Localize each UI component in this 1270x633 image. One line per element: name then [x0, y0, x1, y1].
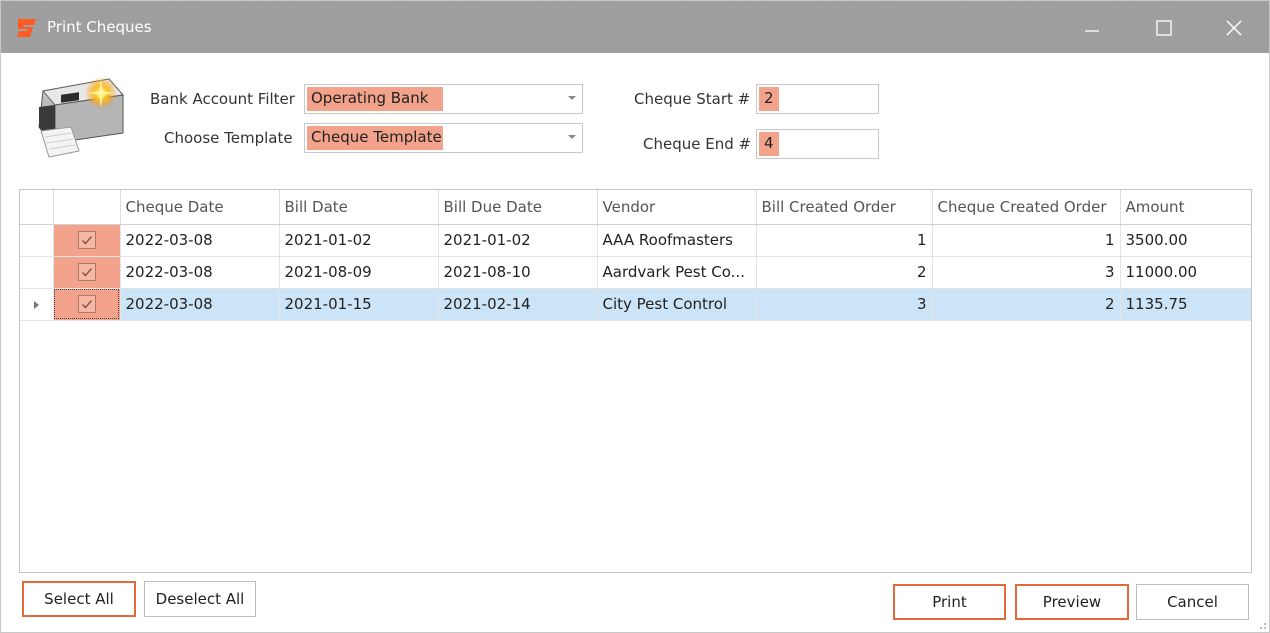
current-row-arrow-icon: [33, 300, 39, 309]
column-header-bill-due-date[interactable]: Bill Due Date: [438, 190, 598, 225]
cancel-button[interactable]: Cancel: [1136, 584, 1249, 620]
table-row-selected[interactable]: 2022-03-08 2021-01-15 2021-02-14 City Pe…: [20, 288, 1251, 321]
close-icon[interactable]: [1219, 15, 1249, 41]
column-header-cheque-date[interactable]: Cheque Date: [120, 190, 280, 225]
maximize-icon[interactable]: [1149, 15, 1179, 41]
print-cheques-window: Print Cheques Bank Account Filter Operat…: [0, 0, 1270, 633]
choose-template-label: Choose Template: [164, 129, 293, 147]
checkmark-icon: [81, 236, 92, 245]
column-header-bill-date[interactable]: Bill Date: [279, 190, 439, 225]
row-select-cell[interactable]: [53, 256, 121, 289]
app-logo-icon: [17, 19, 36, 37]
bill-date-cell[interactable]: 2021-08-09: [279, 256, 439, 289]
cheque-end-input[interactable]: 4: [756, 129, 879, 159]
bank-account-filter-label: Bank Account Filter: [150, 90, 295, 108]
vendor-cell[interactable]: City Pest Control: [597, 288, 757, 321]
row-indicator: [20, 256, 54, 289]
amount-cell[interactable]: 3500.00: [1120, 224, 1251, 257]
checkmark-icon: [81, 268, 92, 277]
bill-created-order-cell[interactable]: 3: [756, 288, 933, 321]
cheque-start-input[interactable]: 2: [756, 84, 879, 114]
bill-created-order-cell[interactable]: 1: [756, 224, 933, 257]
column-header-amount[interactable]: Amount: [1120, 190, 1251, 225]
cheque-date-cell[interactable]: 2022-03-08: [120, 256, 280, 289]
print-button[interactable]: Print: [893, 584, 1006, 620]
cheque-end-value: 4: [759, 132, 779, 156]
window-title: Print Cheques: [47, 18, 152, 36]
vendor-cell[interactable]: AAA Roofmasters: [597, 224, 757, 257]
row-indicator: [20, 288, 54, 321]
bank-account-filter-value: Operating Bank: [307, 87, 443, 111]
vendor-cell[interactable]: Aardvark Pest Co...: [597, 256, 757, 289]
cheque-created-order-cell[interactable]: 3: [932, 256, 1121, 289]
column-header-bill-created-order[interactable]: Bill Created Order: [756, 190, 933, 225]
bank-account-filter-dropdown[interactable]: Operating Bank: [304, 84, 583, 114]
amount-cell[interactable]: 11000.00: [1120, 256, 1251, 289]
bill-due-date-cell[interactable]: 2021-08-10: [438, 256, 598, 289]
column-header-vendor[interactable]: Vendor: [597, 190, 757, 225]
bill-due-date-cell[interactable]: 2021-02-14: [438, 288, 598, 321]
chevron-down-icon: [568, 135, 576, 139]
deselect-all-button[interactable]: Deselect All: [144, 581, 256, 617]
row-checkbox[interactable]: [77, 263, 96, 282]
cheques-table: Cheque Date Bill Date Bill Due Date Vend…: [20, 190, 1251, 321]
cheque-start-label: Cheque Start #: [634, 90, 751, 108]
cheque-start-value: 2: [759, 87, 779, 111]
table-row[interactable]: 2022-03-08 2021-01-02 2021-01-02 AAA Roo…: [20, 224, 1251, 257]
bill-date-cell[interactable]: 2021-01-02: [279, 224, 439, 257]
select-column-header[interactable]: [53, 190, 121, 225]
row-select-cell[interactable]: [53, 224, 121, 257]
bill-date-cell[interactable]: 2021-01-15: [279, 288, 439, 321]
cheque-end-label: Cheque End #: [643, 135, 752, 153]
cheque-created-order-cell[interactable]: 1: [932, 224, 1121, 257]
column-header-cheque-created-order[interactable]: Cheque Created Order: [932, 190, 1121, 225]
checkmark-icon: [81, 300, 92, 309]
cheques-grid[interactable]: Cheque Date Bill Date Bill Due Date Vend…: [19, 189, 1252, 573]
select-all-button[interactable]: Select All: [22, 581, 136, 617]
row-select-cell[interactable]: [53, 288, 121, 321]
row-checkbox[interactable]: [77, 295, 96, 314]
bill-created-order-cell[interactable]: 2: [756, 256, 933, 289]
amount-cell[interactable]: 1135.75: [1120, 288, 1251, 321]
choose-template-value: Cheque Template: [307, 126, 443, 150]
resize-grip-icon[interactable]: [1257, 620, 1267, 630]
row-indicator: [20, 224, 54, 257]
choose-template-dropdown[interactable]: Cheque Template: [304, 123, 583, 153]
bill-due-date-cell[interactable]: 2021-01-02: [438, 224, 598, 257]
table-row[interactable]: 2022-03-08 2021-08-09 2021-08-10 Aardvar…: [20, 256, 1251, 289]
grid-header-row: Cheque Date Bill Date Bill Due Date Vend…: [20, 190, 1251, 225]
row-checkbox[interactable]: [77, 231, 96, 250]
title-bar: Print Cheques: [1, 1, 1269, 53]
cheque-date-cell[interactable]: 2022-03-08: [120, 224, 280, 257]
cheque-date-cell[interactable]: 2022-03-08: [120, 288, 280, 321]
chevron-down-icon: [568, 96, 576, 100]
minimize-icon[interactable]: [1077, 15, 1107, 41]
preview-button[interactable]: Preview: [1015, 584, 1129, 620]
row-indicator-header: [20, 190, 54, 225]
cheque-created-order-cell[interactable]: 2: [932, 288, 1121, 321]
printer-icon: [38, 77, 124, 158]
